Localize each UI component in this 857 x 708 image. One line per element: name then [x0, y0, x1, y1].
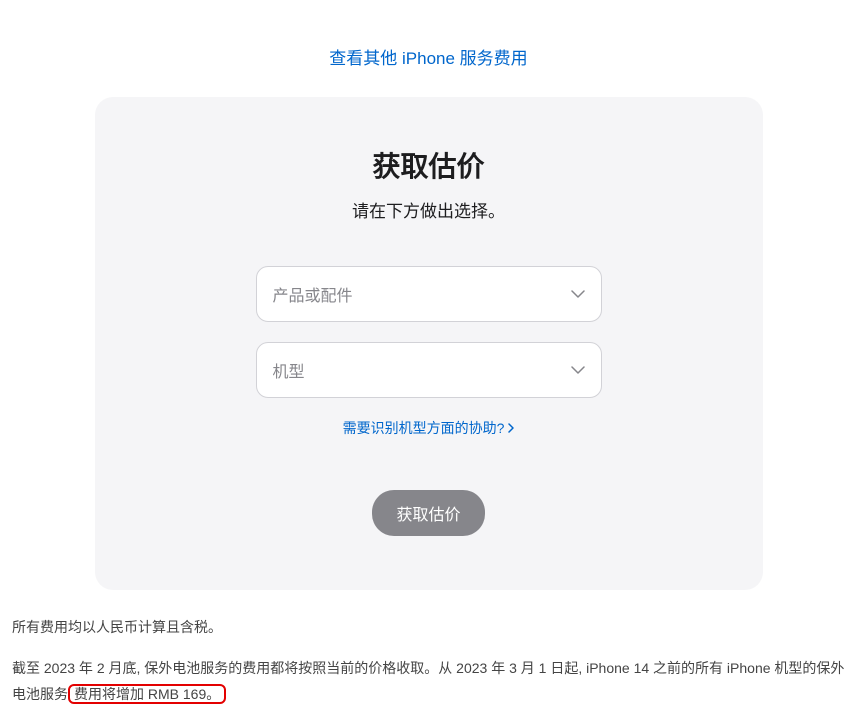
chevron-down-icon	[571, 363, 585, 377]
top-link-wrapper: 查看其他 iPhone 服务费用	[10, 0, 847, 97]
card-title: 获取估价	[135, 145, 723, 185]
model-select-wrapper: 机型	[256, 342, 602, 398]
model-select[interactable]: 机型	[256, 342, 602, 398]
product-select-placeholder: 产品或配件	[273, 282, 353, 306]
identify-model-help-link[interactable]: 需要识别机型方面的协助?	[343, 418, 515, 438]
product-select[interactable]: 产品或配件	[256, 266, 602, 322]
help-link-text: 需要识别机型方面的协助?	[343, 418, 505, 438]
other-services-link[interactable]: 查看其他 iPhone 服务费用	[329, 49, 527, 68]
chevron-right-icon	[508, 420, 514, 436]
help-link-wrapper: 需要识别机型方面的协助?	[135, 418, 723, 438]
estimate-card: 获取估价 请在下方做出选择。 产品或配件 机型	[95, 97, 763, 590]
model-select-placeholder: 机型	[273, 358, 305, 382]
get-estimate-button[interactable]: 获取估价	[372, 490, 484, 536]
price-increase-highlight: 费用将增加 RMB 169。	[68, 684, 226, 704]
product-select-wrapper: 产品或配件	[256, 266, 602, 322]
footer-text: 所有费用均以人民币计算且含税。 截至 2023 年 2 月底, 保外电池服务的费…	[10, 590, 847, 708]
footer-line-1: 所有费用均以人民币计算且含税。	[12, 614, 845, 641]
card-subtitle: 请在下方做出选择。	[135, 197, 723, 222]
chevron-down-icon	[571, 287, 585, 301]
